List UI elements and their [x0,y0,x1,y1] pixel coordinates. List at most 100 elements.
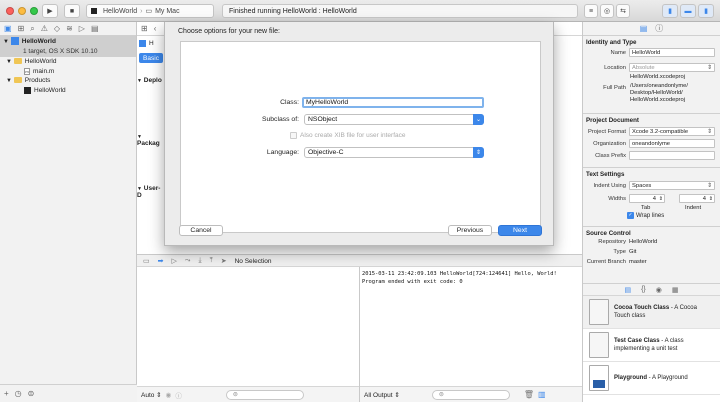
toggle-debug-area-button[interactable]: ▬ [680,4,696,18]
current-branch-label: Current Branch [586,259,626,265]
filter-icon: ⊜ [232,392,238,398]
disclosure-down-icon: ▼ [3,39,9,45]
widths-label: Widths [608,196,626,202]
status-text: Finished running HelloWorld : HelloWorld [229,7,357,15]
section-packaging[interactable]: ▼ Packag [137,133,165,147]
close-window-button[interactable] [6,7,14,15]
section-label: Deplo [143,77,162,84]
add-icon[interactable]: + [4,389,9,398]
breakpoint-icon[interactable]: ▷ [79,24,85,33]
scheme-target: HelloWorld [103,7,138,15]
organization-field[interactable]: oneandonlyme [629,139,715,148]
indent-sub-label: Indent [685,205,702,211]
hide-debug-icon[interactable]: ▭ [143,257,150,265]
library-item-title: Playground [614,375,648,381]
section-user-defined[interactable]: ▼ User-D [137,185,165,199]
output-filter-popup[interactable]: All Output ⇕ [364,391,400,399]
file-name: HelloWorld.xcodeproj [630,74,685,80]
scheme-selector[interactable]: HelloWorld › ▭ My Mac [86,4,214,18]
previous-button[interactable]: Previous [448,225,492,236]
language-popup[interactable]: Objective-C ⇕ [304,147,484,158]
step-into-icon[interactable]: ⤓ [199,257,202,265]
media-library-icon[interactable]: ▦ [672,286,679,294]
app-icon [91,8,97,14]
quick-look-icon[interactable]: ◉ [166,391,172,399]
toggle-utilities-button[interactable]: ▮ [698,4,714,18]
breadcrumb[interactable]: H [139,40,154,47]
recent-files-icon[interactable]: ◷ [15,389,22,398]
test-icon[interactable]: ◇ [54,24,60,33]
repository-value: HelloWorld [629,239,658,245]
minimize-window-button[interactable] [18,7,26,15]
object-library-icon[interactable]: ◉ [656,286,662,294]
stop-button[interactable]: ■ [64,4,80,18]
standard-editor-button[interactable]: ≡ [584,4,598,18]
disclosure-down-icon: ▼ [6,78,12,84]
wrap-lines-checkbox[interactable]: ✓ [627,212,634,219]
pause-icon[interactable]: ▷ [172,257,177,265]
console-filter-input[interactable]: ⊜ [431,389,510,400]
step-over-icon[interactable]: ⤳ [185,257,191,265]
subclass-value: NSObject [308,116,338,123]
group-item-products[interactable]: ▼ Products [0,76,136,86]
auto-scope-popup[interactable]: Auto ⇕ [141,391,162,399]
trash-icon[interactable]: 🗑 [524,390,534,399]
zoom-window-button[interactable] [30,7,38,15]
class-name-input[interactable]: MyHelloWorld [302,97,484,108]
wrap-lines-row: ✓ Wrap lines [627,212,664,219]
info-icon[interactable]: ⓘ [175,390,182,400]
run-button[interactable]: ▶ [42,4,58,18]
library-item-cocoa-touch-class[interactable]: Cocoa Touch Class - A Cocoa Touch class [583,296,720,329]
stepper-icon[interactable]: ⇕ [659,196,663,202]
back-icon[interactable]: ‹ [154,24,157,33]
location-popup[interactable]: Absolute ⇕ [629,63,715,72]
breakpoints-toggle-icon[interactable]: ➡ [158,257,164,265]
warning-icon[interactable]: ⚠ [41,24,48,33]
name-value: HelloWorld [632,49,661,56]
help-icon[interactable]: ⓘ [655,23,663,34]
class-prefix-field[interactable] [629,151,715,160]
log-icon[interactable]: ▤ [91,24,99,33]
library-item-test-case-class[interactable]: Test Case Class - A class implementing a … [583,329,720,362]
cancel-button[interactable]: Cancel [179,225,223,236]
group-item-helloworld[interactable]: ▼ HelloWorld [0,57,136,67]
variables-filter-input[interactable]: ⊜ [225,389,304,400]
section-label: Packag [137,140,160,147]
stepper-icon[interactable]: ⇕ [709,196,713,202]
mac-icon: ▭ [145,8,153,15]
version-editor-button[interactable]: ⇆ [616,4,630,18]
language-value: Objective-C [308,149,344,156]
code-snippet-icon[interactable]: {} [641,286,646,293]
file-inspector-icon[interactable]: ▤ [640,24,648,33]
xib-checkbox[interactable] [290,132,297,139]
file-item-main-m[interactable]: m main.m [0,67,136,76]
file-template-icon[interactable]: ▤ [624,286,631,294]
project-root-item[interactable]: ▼ HelloWorld 1 target, OS X SDK 10.10 [0,36,136,57]
subclass-combobox[interactable]: NSObject ⌄ [304,114,484,125]
product-item-helloworld[interactable]: HelloWorld [0,86,136,95]
stop-icon: ■ [69,7,75,15]
tab-basic[interactable]: Basic [139,53,163,63]
navigator-filter-bar: + ◷ ⊜ [0,384,137,402]
assistant-editor-button[interactable]: ◎ [600,4,614,18]
project-format-popup[interactable]: Xcode 3.2-compatible ⇕ [629,127,715,136]
section-deployment[interactable]: ▼ Deplo [137,77,165,84]
folder-icon[interactable]: ▣ [4,24,12,33]
related-items-icon[interactable]: ⊞ [141,24,148,33]
library-item-playground[interactable]: Playground - A Playground [583,362,720,395]
symbol-icon[interactable]: ⊞ [18,24,25,33]
split-view-icon[interactable]: ▥ [538,390,546,399]
debug-icon[interactable]: ≋ [66,24,73,33]
toggle-navigator-button[interactable]: ▮ [662,4,678,18]
indent-width-value: 4 [702,195,706,202]
search-icon[interactable]: ⌕ [30,24,34,34]
wrap-lines-label: Wrap lines [636,212,665,219]
indent-using-popup[interactable]: Spaces ⇕ [629,181,715,190]
filter-icon[interactable]: ⊜ [28,389,35,398]
name-field[interactable]: HelloWorld [629,48,715,57]
step-out-icon[interactable]: ⤒ [210,257,213,265]
indent-width-field[interactable]: 4 ⇕ [679,194,715,203]
tab-width-field[interactable]: 4 ⇕ [629,194,665,203]
next-button[interactable]: Next [498,225,542,236]
location-icon[interactable]: ➤ [221,257,227,265]
